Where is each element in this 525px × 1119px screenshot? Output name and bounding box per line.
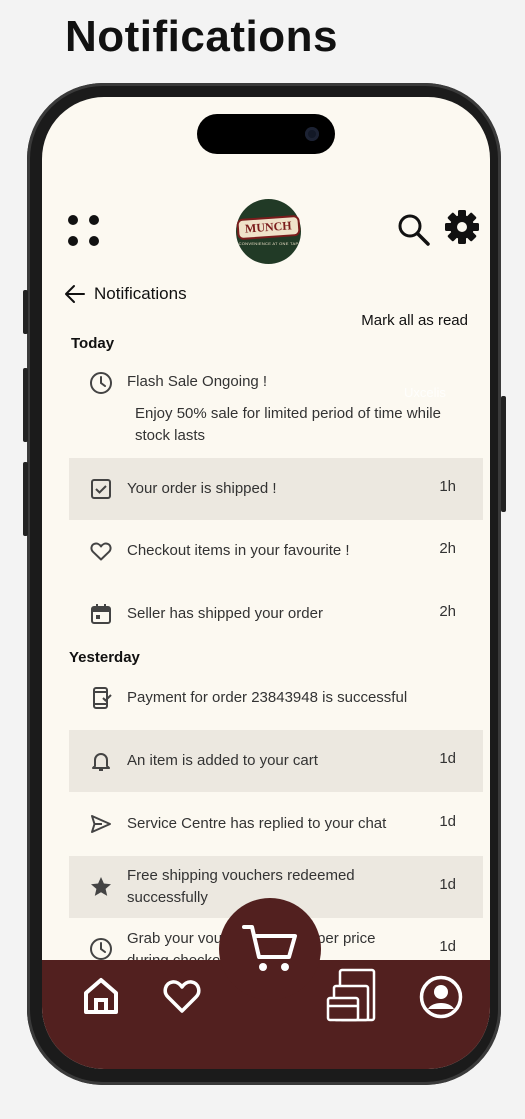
notification-time: 1d	[439, 938, 456, 955]
notification-item[interactable]: Service Centre has replied to your chat …	[69, 793, 483, 855]
home-icon[interactable]	[82, 976, 120, 1021]
notification-text: An item is added to your cart	[127, 752, 318, 769]
notification-time: 1h	[439, 478, 456, 495]
notification-time: 2h	[439, 603, 456, 620]
power-button	[501, 396, 506, 512]
screen-title: Notifications	[94, 284, 187, 303]
notification-time: 1d	[439, 876, 456, 893]
section-yesterday: Yesterday	[69, 649, 140, 666]
dynamic-island	[197, 114, 335, 154]
notification-time: 1d	[439, 813, 456, 830]
volume-up-button	[23, 368, 28, 442]
camera-lens	[305, 127, 319, 141]
notification-text: Payment for order 23843948 is successful	[127, 689, 408, 706]
logo-badge: MUNCH	[236, 214, 301, 241]
gear-icon[interactable]	[444, 209, 480, 245]
favourite-icon[interactable]	[163, 978, 201, 1019]
notification-item[interactable]: Checkout items in your favourite ! 2h	[69, 520, 483, 582]
cart-icon[interactable]	[241, 923, 299, 975]
cart-button[interactable]	[219, 898, 321, 1000]
notification-text: Seller has shipped your order	[127, 605, 323, 622]
notification-item[interactable]: Seller has shipped your order 2h	[69, 583, 483, 645]
notification-text: Checkout items in your favourite !	[127, 542, 350, 559]
brand-logo[interactable]: MUNCH CONVENIENCE AT ONE TAP	[236, 199, 301, 264]
logo-subtext: CONVENIENCE AT ONE TAP	[238, 241, 299, 246]
notification-text: Service Centre has replied to your chat	[127, 815, 387, 832]
clock-icon	[89, 937, 113, 961]
notification-time: 1d	[439, 750, 456, 767]
notification-item[interactable]: Flash Sale Ongoing ! Enjoy 50% sale for …	[69, 359, 483, 455]
back-arrow-icon[interactable]	[64, 283, 86, 305]
notification-item[interactable]: Payment for order 23843948 is successful	[69, 669, 483, 731]
menu-grid-icon[interactable]	[67, 214, 101, 248]
mark-all-read-button[interactable]: Mark all as read	[361, 312, 468, 329]
search-icon[interactable]	[397, 213, 431, 247]
orders-icon[interactable]	[326, 968, 378, 1029]
notification-time: 2h	[439, 540, 456, 557]
phone-screen: MUNCH CONVENIENCE AT ONE TAP Notificatio…	[42, 97, 490, 1069]
notification-description: Enjoy 50% sale for limited period of tim…	[135, 405, 441, 444]
clock-icon	[89, 371, 113, 395]
heart-icon	[89, 539, 113, 563]
section-today: Today	[71, 335, 115, 352]
back-row[interactable]: Notifications	[64, 283, 187, 305]
calendar-icon	[89, 602, 113, 626]
notification-text: Your order is shipped !	[127, 480, 277, 497]
page-heading: Notifications	[65, 12, 338, 61]
bell-icon	[89, 749, 113, 773]
send-icon	[89, 812, 113, 836]
mute-switch	[23, 290, 28, 334]
notification-text: Flash Sale Ongoing !	[127, 373, 268, 390]
mobile-check-icon	[89, 686, 113, 710]
checkbox-icon	[89, 477, 113, 501]
star-icon	[89, 875, 113, 899]
volume-down-button	[23, 462, 28, 536]
notification-item[interactable]: An item is added to your cart 1d	[69, 730, 483, 792]
notification-item[interactable]: Your order is shipped ! 1h	[69, 458, 483, 520]
profile-icon[interactable]	[419, 975, 463, 1024]
